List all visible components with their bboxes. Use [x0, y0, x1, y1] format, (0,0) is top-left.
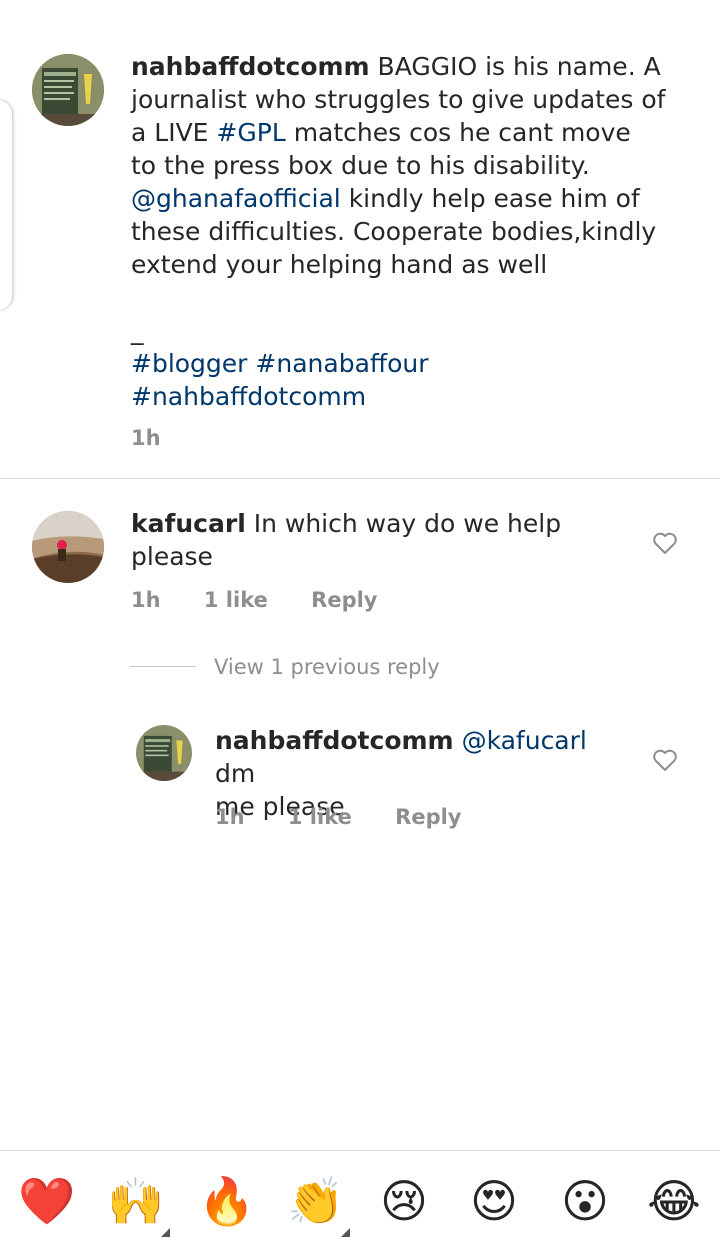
hashtag-gpl[interactable]: #GPL: [216, 118, 285, 147]
comment-text-kafucarl: kafucarl In which way do we help please: [131, 509, 562, 571]
comment-avatar-kafucarl[interactable]: [32, 511, 104, 583]
reply-username[interactable]: nahbaffdotcomm: [215, 726, 454, 755]
comment-meta-kafucarl: 1h 1 like Reply: [131, 588, 414, 612]
emoji-reaction-bar: ❤️ 🙌 🔥 👏 😢 😍 😮 😂: [0, 1150, 720, 1249]
view-previous-replies[interactable]: View 1 previous reply: [214, 655, 440, 679]
post-divider: [0, 478, 720, 479]
tears-of-joy-emoji[interactable]: 😂: [647, 1174, 701, 1228]
heart-eyes-emoji[interactable]: 😍: [467, 1174, 521, 1228]
clapping-hands-emoji[interactable]: 👏: [287, 1174, 344, 1228]
view-replies-line: [130, 666, 196, 667]
crying-face-emoji[interactable]: 😢: [377, 1174, 431, 1228]
reply-reply-button[interactable]: Reply: [395, 805, 461, 829]
mention-ghanafaofficial[interactable]: @ghanafaofficial: [131, 184, 341, 213]
hashtag-nahbaffdotcomm[interactable]: #nahbaffdotcomm: [131, 382, 366, 411]
hashtag-nanabaffour[interactable]: #nanabaffour: [255, 349, 428, 378]
like-heart-icon[interactable]: [652, 531, 678, 555]
post-caption: nahbaffdotcomm BAGGIO is his name. A jou…: [131, 52, 666, 411]
post-avatar[interactable]: [32, 54, 104, 126]
comment-time: 1h: [131, 588, 161, 612]
fire-emoji[interactable]: 🔥: [198, 1174, 255, 1228]
hashtag-blogger[interactable]: #blogger: [131, 349, 247, 378]
side-panel-edge: [0, 100, 12, 310]
surprised-face-emoji[interactable]: 😮: [558, 1174, 612, 1228]
post-username[interactable]: nahbaffdotcomm: [131, 52, 370, 81]
reply-like-heart-icon[interactable]: [652, 748, 678, 772]
raising-hands-skin-tone-indicator: [161, 1228, 170, 1237]
reply-time: 1h: [215, 805, 245, 829]
clapping-hands-skin-tone-indicator: [341, 1228, 350, 1237]
reply-likes[interactable]: 1 like: [288, 805, 352, 829]
post-meta: 1h: [131, 426, 197, 450]
comment-username-kafucarl[interactable]: kafucarl: [131, 509, 246, 538]
reply-avatar-nahbaffdotcomm[interactable]: [136, 725, 192, 781]
reply-button[interactable]: Reply: [311, 588, 377, 612]
mention-kafucarl[interactable]: @kafucarl: [462, 726, 587, 755]
comment-likes[interactable]: 1 like: [204, 588, 268, 612]
raising-hands-emoji[interactable]: 🙌: [107, 1174, 164, 1228]
red-heart-emoji[interactable]: ❤️: [18, 1174, 75, 1228]
reply-meta: 1h 1 like Reply: [215, 805, 498, 829]
post-time: 1h: [131, 426, 161, 450]
